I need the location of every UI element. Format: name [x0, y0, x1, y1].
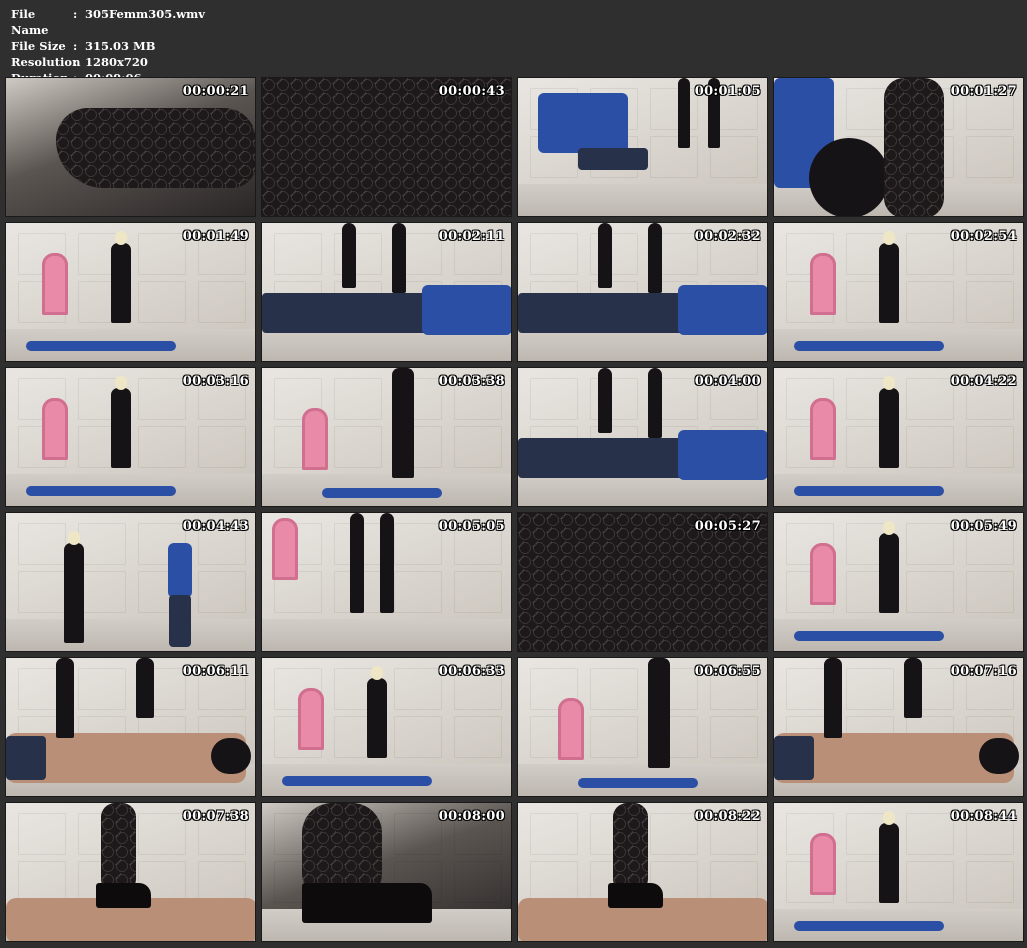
separator: : [73, 55, 78, 69]
video-thumbnail[interactable]: 00:03:16 [5, 367, 256, 507]
video-thumbnail[interactable]: 00:05:27 [517, 512, 768, 652]
thumbnail-timestamp: 00:08:22 [694, 809, 761, 824]
thumbnail-timestamp: 00:07:16 [950, 664, 1017, 679]
thumbnail-timestamp: 00:02:54 [950, 229, 1017, 244]
video-thumbnail[interactable]: 00:02:32 [517, 222, 768, 362]
video-thumbnail[interactable]: 00:00:21 [5, 77, 256, 217]
thumbnail-timestamp: 00:03:16 [182, 374, 249, 389]
thumbnail-timestamp: 00:05:27 [694, 519, 761, 534]
video-thumbnail[interactable]: 00:06:55 [517, 657, 768, 797]
thumbnail-grid: 00:00:21 00:00:43 00:01:05 00:01:27 00:01:49… [5, 77, 1024, 942]
video-thumbnail[interactable]: 00:01:49 [5, 222, 256, 362]
separator: : [73, 39, 78, 53]
video-thumbnail[interactable]: 00:01:27 [773, 77, 1024, 217]
thumbnail-timestamp: 00:04:22 [950, 374, 1017, 389]
video-thumbnail[interactable]: 00:04:00 [517, 367, 768, 507]
file-name-value: 305Femm305.wmv [85, 7, 205, 21]
video-thumbnail[interactable]: 00:08:22 [517, 802, 768, 942]
thumbnail-timestamp: 00:02:11 [438, 229, 505, 244]
thumbnail-timestamp: 00:08:44 [950, 809, 1017, 824]
thumbnail-timestamp: 00:05:49 [950, 519, 1017, 534]
thumbnail-timestamp: 00:00:21 [182, 84, 249, 99]
video-thumbnail[interactable]: 00:00:43 [261, 77, 512, 217]
thumbnail-timestamp: 00:07:38 [182, 809, 249, 824]
file-size-row: File Size : 315.03 MB [11, 38, 205, 54]
file-size-value: 315.03 MB [85, 39, 156, 53]
video-thumbnail[interactable]: 00:06:11 [5, 657, 256, 797]
file-name-row: File Name : 305Femm305.wmv [11, 6, 205, 38]
thumbnail-timestamp: 00:06:11 [182, 664, 249, 679]
thumbnail-timestamp: 00:04:43 [182, 519, 249, 534]
video-thumbnail[interactable]: 00:05:05 [261, 512, 512, 652]
separator: : [73, 7, 78, 21]
video-thumbnail[interactable]: 00:04:22 [773, 367, 1024, 507]
video-thumbnail[interactable]: 00:02:54 [773, 222, 1024, 362]
resolution-row: Resolution : 1280x720 [11, 54, 205, 70]
video-thumbnail[interactable]: 00:05:49 [773, 512, 1024, 652]
thumbnail-timestamp: 00:01:27 [950, 84, 1017, 99]
video-thumbnail[interactable]: 00:08:00 [261, 802, 512, 942]
file-info-header: File Name : 305Femm305.wmv File Size : 3… [11, 6, 205, 86]
video-thumbnail[interactable]: 00:01:05 [517, 77, 768, 217]
thumbnail-timestamp: 00:06:55 [694, 664, 761, 679]
resolution-label: Resolution [11, 55, 81, 69]
resolution-value: 1280x720 [85, 55, 148, 69]
thumbnail-timestamp: 00:08:00 [438, 809, 505, 824]
thumbnail-timestamp: 00:01:49 [182, 229, 249, 244]
video-thumbnail[interactable]: 00:07:38 [5, 802, 256, 942]
file-size-label: File Size [11, 39, 66, 53]
video-thumbnail[interactable]: 00:06:33 [261, 657, 512, 797]
thumbnail-timestamp: 00:04:00 [694, 374, 761, 389]
video-thumbnail[interactable]: 00:04:43 [5, 512, 256, 652]
thumbnail-timestamp: 00:00:43 [438, 84, 505, 99]
video-thumbnail[interactable]: 00:08:44 [773, 802, 1024, 942]
thumbnail-timestamp: 00:05:05 [438, 519, 505, 534]
thumbnail-timestamp: 00:01:05 [694, 84, 761, 99]
thumbnail-timestamp: 00:02:32 [694, 229, 761, 244]
file-name-label: File Name [11, 7, 49, 37]
video-thumbnail[interactable]: 00:03:38 [261, 367, 512, 507]
video-thumbnail[interactable]: 00:02:11 [261, 222, 512, 362]
thumbnail-timestamp: 00:06:33 [438, 664, 505, 679]
thumbnail-timestamp: 00:03:38 [438, 374, 505, 389]
video-thumbnail[interactable]: 00:07:16 [773, 657, 1024, 797]
